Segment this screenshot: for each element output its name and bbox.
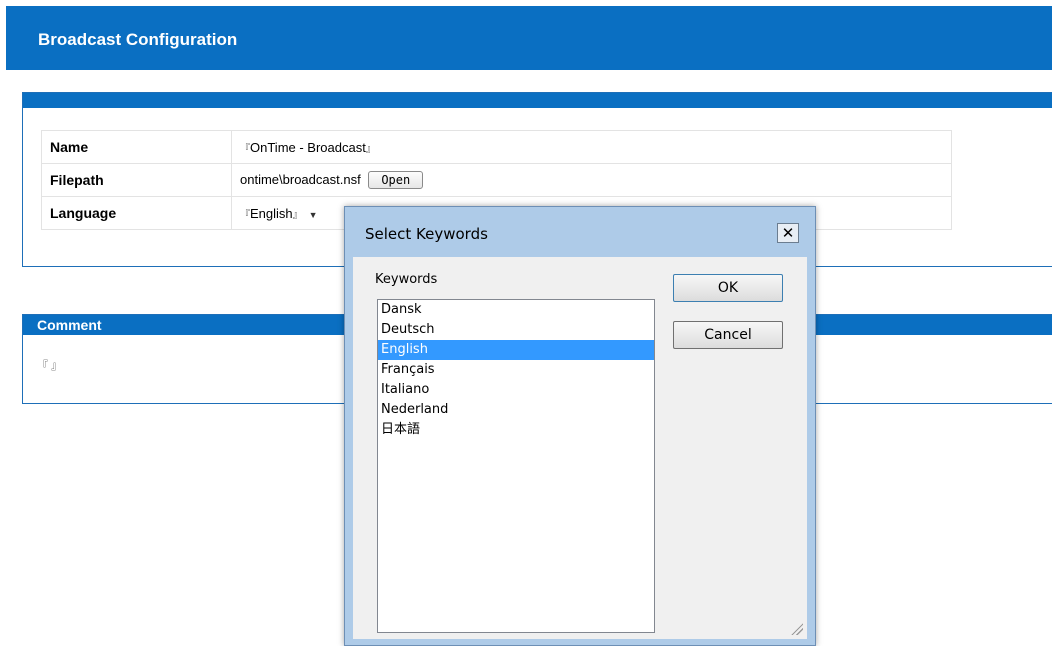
header-bar: Broadcast Configuration (6, 6, 1052, 70)
field-close-bracket: 』 (51, 360, 63, 372)
close-icon[interactable]: ✕ (777, 223, 799, 243)
field-open-bracket: 『 (240, 209, 250, 221)
keyword-option[interactable]: Italiano (378, 380, 654, 400)
field-close-bracket: 』 (292, 209, 303, 221)
language-label: Language (41, 196, 232, 230)
dropdown-arrow-icon[interactable]: ▼ (309, 210, 318, 220)
dialog-titlebar[interactable]: Select Keywords ✕ (345, 207, 815, 257)
name-label: Name (41, 130, 232, 164)
name-value[interactable]: OnTime - Broadcast (250, 140, 366, 155)
keyword-option[interactable]: Dansk (378, 300, 654, 320)
filepath-value: ontime\broadcast.nsf (240, 172, 361, 187)
filepath-row: Filepath ontime\broadcast.nsf Open (41, 163, 952, 197)
cancel-button[interactable]: Cancel (673, 321, 783, 349)
keyword-option[interactable]: 日本語 (378, 420, 654, 440)
keywords-listbox[interactable]: Dansk Deutsch English Français Italiano Neder… (377, 299, 655, 633)
dialog-body: Keywords Dansk Deutsch English Français Ital… (353, 257, 807, 639)
keywords-label: Keywords (375, 272, 438, 287)
filepath-label: Filepath (41, 163, 232, 197)
field-open-bracket: 『 (240, 143, 250, 155)
ok-button[interactable]: OK (673, 274, 783, 302)
name-field[interactable]: 『OnTime - Broadcast』 (231, 130, 952, 164)
keyword-option[interactable]: Nederland (378, 400, 654, 420)
field-close-bracket: 』 (365, 143, 376, 155)
field-open-bracket: 『 (37, 360, 48, 372)
section-header-band (23, 93, 1052, 108)
name-row: Name 『OnTime - Broadcast』 (41, 130, 952, 164)
keyword-option[interactable]: English (378, 340, 654, 360)
resize-grip-icon[interactable] (791, 623, 803, 635)
language-value[interactable]: English (250, 206, 293, 221)
keyword-option[interactable]: Français (378, 360, 654, 380)
filepath-field: ontime\broadcast.nsf Open (231, 163, 952, 197)
dialog-title: Select Keywords (365, 225, 488, 243)
open-button[interactable]: Open (368, 171, 424, 189)
select-keywords-dialog: Select Keywords ✕ Keywords Dansk Deutsch E… (344, 206, 816, 646)
page-title: Broadcast Configuration (38, 30, 238, 49)
keyword-option[interactable]: Deutsch (378, 320, 654, 340)
